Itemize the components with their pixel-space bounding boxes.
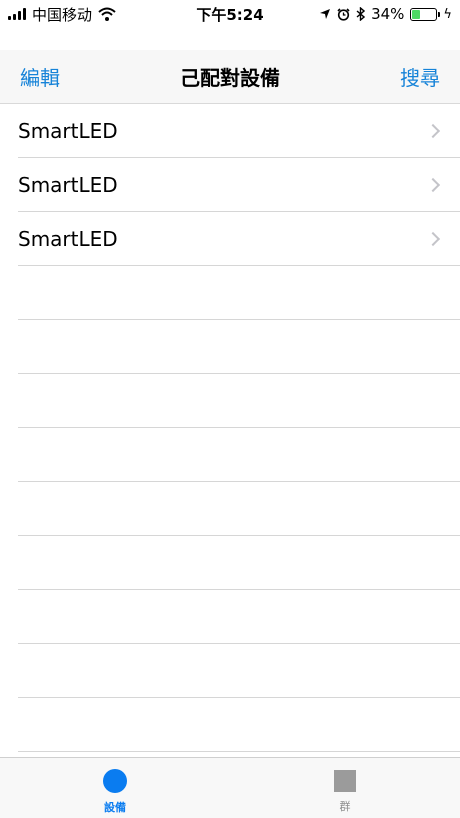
battery-level-fill bbox=[412, 9, 421, 19]
charging-icon: ϟ bbox=[443, 6, 452, 22]
empty-row bbox=[18, 320, 460, 374]
device-list: SmartLED SmartLED SmartLED bbox=[0, 104, 460, 752]
device-name: SmartLED bbox=[18, 226, 118, 251]
empty-row bbox=[18, 698, 460, 752]
navigation-bar: 編輯 己配對設備 搜尋 bbox=[0, 50, 460, 104]
tab-devices[interactable]: 設備 bbox=[0, 758, 230, 818]
tab-groups-label: 群 bbox=[339, 800, 351, 813]
carrier-label: 中国移动 bbox=[32, 5, 93, 24]
empty-row bbox=[18, 590, 460, 644]
empty-row bbox=[18, 374, 460, 428]
location-icon bbox=[320, 9, 331, 19]
empty-row bbox=[18, 644, 460, 698]
tab-groups[interactable]: 群 bbox=[230, 758, 460, 818]
device-name: SmartLED bbox=[18, 118, 118, 143]
tab-bar: 設備 群 bbox=[0, 757, 460, 818]
empty-row bbox=[18, 482, 460, 536]
device-row[interactable]: SmartLED bbox=[18, 212, 460, 266]
tab-devices-label: 設備 bbox=[104, 801, 126, 814]
circle-icon bbox=[103, 769, 127, 793]
alarm-icon bbox=[337, 7, 350, 21]
battery-percent: 34% bbox=[371, 5, 405, 23]
status-left: 中国移动 bbox=[8, 4, 116, 25]
page-title: 己配對設備 bbox=[180, 66, 280, 90]
device-name: SmartLED bbox=[18, 172, 118, 197]
empty-row bbox=[18, 266, 460, 320]
chevron-right-icon bbox=[425, 177, 441, 192]
edit-button[interactable]: 編輯 bbox=[20, 62, 60, 91]
device-row[interactable]: SmartLED bbox=[18, 158, 460, 212]
square-icon bbox=[334, 770, 356, 792]
wifi-icon bbox=[98, 7, 116, 21]
device-row[interactable]: SmartLED bbox=[18, 104, 460, 158]
bluetooth-icon bbox=[356, 7, 366, 21]
status-bar: 中国移动 下午5:24 34% ϟ bbox=[0, 0, 460, 28]
empty-row bbox=[18, 536, 460, 590]
signal-icon bbox=[8, 8, 26, 20]
chevron-right-icon bbox=[425, 123, 441, 138]
search-button[interactable]: 搜尋 bbox=[400, 62, 440, 91]
empty-row bbox=[18, 428, 460, 482]
status-right: 34% ϟ bbox=[319, 5, 452, 23]
screen: 中国移动 下午5:24 34% ϟ 編輯 己配對設備 搜尋 SmartLED S… bbox=[0, 0, 460, 818]
battery-icon bbox=[410, 7, 441, 21]
chevron-right-icon bbox=[425, 231, 441, 246]
